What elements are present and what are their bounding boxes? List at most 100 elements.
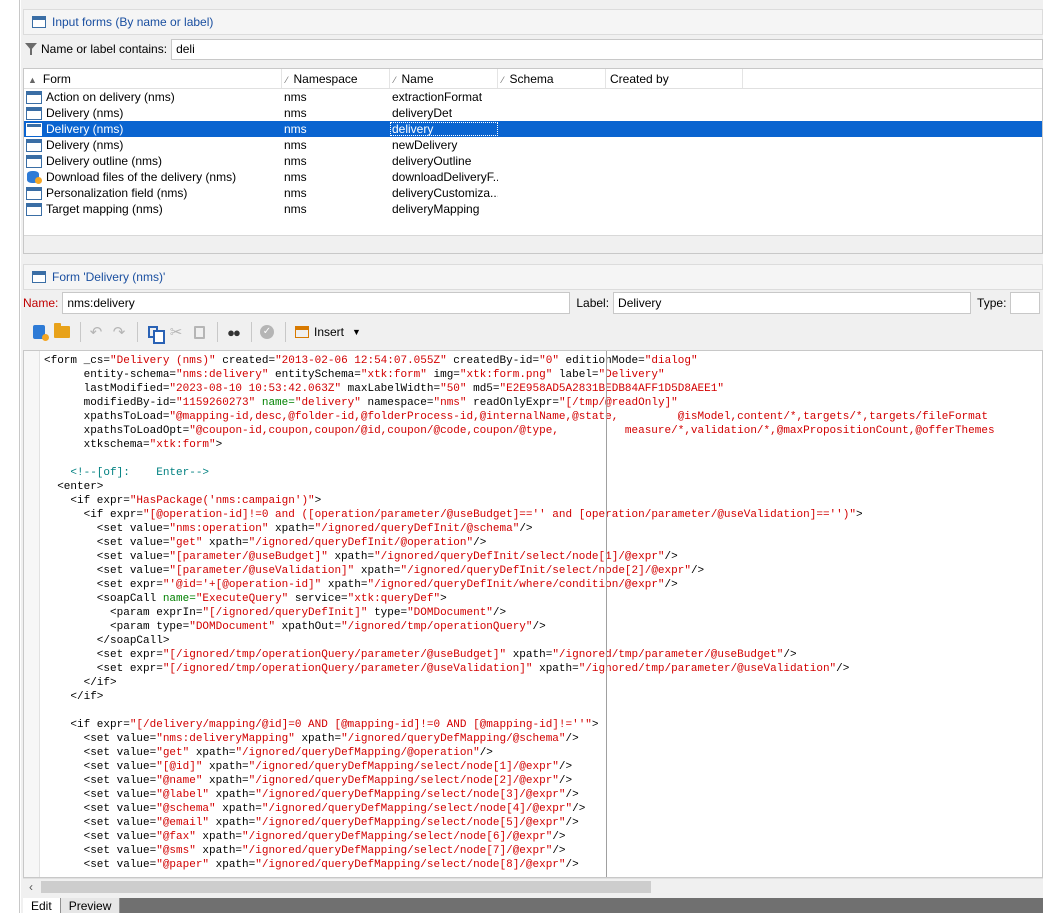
cell-name: newDelivery [392,138,458,152]
filter-input[interactable] [171,38,1043,60]
code-line: <set value="get" xpath="/ignored/queryDe… [44,537,487,549]
main-panel: Input forms (By name or label) Name or l… [21,0,1043,913]
table-row[interactable]: Delivery (nms) nms delivery [24,121,1042,137]
funnel-icon [25,43,37,55]
column-header-namespace[interactable]: ⁄ Namespace [282,69,390,88]
folder-icon [54,323,70,338]
code-line: <if expr="[@operation-id]!=0 and ([opera… [44,509,863,521]
list-rows: Action on delivery (nms) nms extractionFor… [24,89,1042,217]
code-line: <set value="nms:deliveryMapping" xpath="… [44,733,579,745]
tab-edit[interactable]: Edit [23,898,61,913]
toolbar-separator [80,322,81,342]
tab-preview[interactable]: Preview [60,898,121,913]
line-width-marker [606,351,607,877]
xml-code-editor[interactable]: <form _cs="Delivery (nms)" created="2013… [23,350,1043,878]
cell-name: extractionFormat [392,90,483,104]
toolbar-separator [285,322,286,342]
code-line: xpathsToLoad="@mapping-id,desc,@folder-i… [44,411,988,423]
code-line: lastModified="2023-08-10 10:53:42.063Z" … [44,383,724,395]
code-line: </if> [44,677,117,689]
code-line: <set value="get" xpath="/ignored/queryDe… [44,747,493,759]
code-line: <set value="@paper" xpath="/ignored/quer… [44,859,579,871]
sort-icon: ⁄ [502,75,504,85]
undo-button[interactable]: ↶ [86,322,106,342]
cell-name: deliveryCustomiza... [392,186,498,200]
code-line: <form _cs="Delivery (nms)" created="2013… [44,355,698,367]
cell-namespace: nms [284,202,307,216]
cell-name: delivery [390,122,498,136]
sort-icon: ⁄ [394,75,396,85]
filter-label: Name or label contains: [41,42,168,56]
code-line: xtkschema="xtk:form"> [44,439,223,451]
table-row[interactable]: Personalization field (nms) nms deliveryCu… [24,185,1042,201]
table-row[interactable]: Action on delivery (nms) nms extractionFor… [24,89,1042,105]
redo-button[interactable]: ↷ [109,322,129,342]
horizontal-scrollbar[interactable]: ‹ [23,878,1043,894]
cell-name: deliveryOutline [392,154,472,168]
code-line: <!--[of]: Enter--> [44,467,210,479]
insert-icon [295,326,309,338]
scrollbar-thumb[interactable] [41,880,651,893]
table-row[interactable]: Delivery outline (nms) nms deliveryOutline [24,153,1042,169]
form-window-icon [32,16,46,28]
cell-form: Delivery outline (nms) [24,154,282,168]
code-line: <set expr="[/ignored/tmp/operationQuery/… [44,649,797,661]
table-row[interactable]: Delivery (nms) nms newDelivery [24,137,1042,153]
scissors-icon: ✂ [169,324,183,341]
cell-form: Delivery (nms) [24,106,282,120]
form-detail-title: Form 'Delivery (nms)' [52,270,166,284]
table-row[interactable]: Target mapping (nms) nms deliveryMapping [24,201,1042,217]
column-header-created-by[interactable]: Created by [606,69,743,88]
column-header-form[interactable]: ▲ Form [24,69,282,88]
type-label: Type: [977,296,1007,310]
cell-form: Download files of the delivery (nms) [24,170,282,184]
cell-form: Target mapping (nms) [24,202,282,216]
list-header: ▲ Form ⁄ Namespace ⁄ Name ⁄ Schema Created b… [24,69,1042,89]
cut-button[interactable]: ✂ [166,322,186,342]
new-document-icon [33,325,49,341]
code-line: <if expr="[/delivery/mapping/@id]=0 AND … [44,719,599,731]
check-icon: ✓ [260,325,274,339]
code-line: </soapCall> [44,635,170,647]
validate-button[interactable]: ✓ [257,322,277,342]
cell-namespace: nms [284,170,307,184]
form-icon [26,154,42,168]
toolbar-separator [251,322,252,342]
editor-gutter [24,351,40,877]
editor-toolbar: ↶ ↷ ✂ ●● ✓ Insert ▼ [23,318,1043,346]
paste-button[interactable] [189,322,209,342]
forms-panel-title: Input forms (By name or label) [52,15,214,29]
name-field[interactable] [62,292,571,314]
table-row[interactable]: Delivery (nms) nms deliveryDet [24,105,1042,121]
insert-button[interactable]: Insert ▼ [295,325,361,339]
toolbar-separator [217,322,218,342]
open-button[interactable] [52,322,72,342]
database-icon [26,170,42,184]
find-button[interactable]: ●● [223,322,243,342]
sort-icon: ⁄ [286,75,288,85]
code-line: <soapCall name="ExecuteQuery" service="x… [44,593,447,605]
form-icon [26,138,42,152]
label-field[interactable] [613,292,972,314]
form-icon [26,186,42,200]
scroll-left-icon[interactable]: ‹ [23,880,39,894]
code-line: <enter> [44,481,104,493]
table-row[interactable]: Download files of the delivery (nms) nms d… [24,169,1042,185]
column-header-name[interactable]: ⁄ Name [390,69,498,88]
form-icon [26,90,42,104]
form-icon [26,106,42,120]
type-field[interactable] [1010,292,1041,314]
copy-button[interactable] [143,322,165,344]
cell-namespace: nms [284,154,307,168]
code-line: xpathsToLoadOpt="@coupon-id,coupon,coupo… [44,425,995,437]
form-window-icon [32,271,46,283]
code-line: <set value="[@id]" xpath="/ignored/query… [44,761,573,773]
new-button[interactable] [29,322,49,342]
copy-icon [148,326,165,344]
code-line: entity-schema="nms:delivery" entitySchem… [44,369,665,381]
paste-icon [193,325,205,339]
column-header-schema[interactable]: ⁄ Schema [498,69,606,88]
code-line: <set value="[parameter/@useBudget]" xpat… [44,551,678,563]
code-line: <param exprIn="[/ignored/queryDefInit]" … [44,607,507,619]
